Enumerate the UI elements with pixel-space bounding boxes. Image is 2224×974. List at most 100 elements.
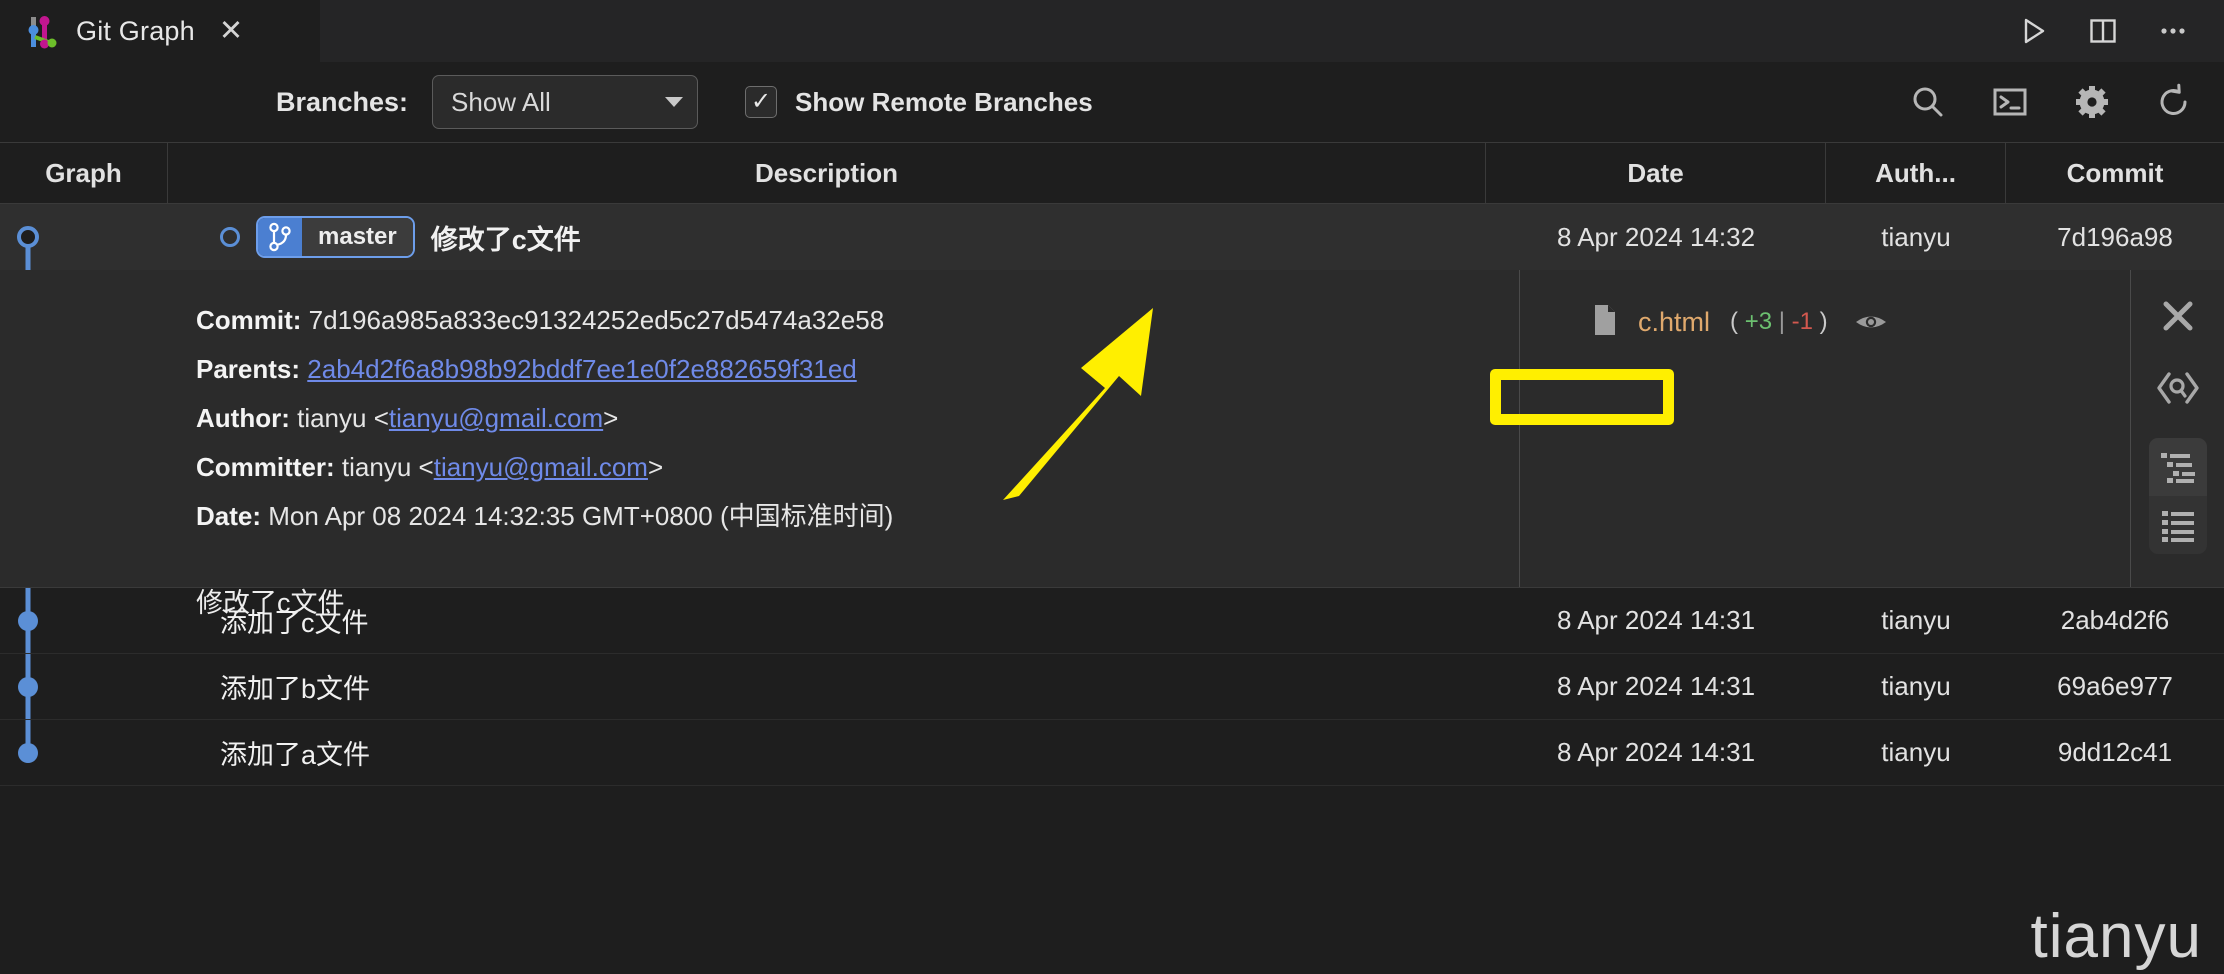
show-remote-branches-label: Show Remote Branches bbox=[795, 86, 1093, 117]
commit-details-panel: Commit: 7d196a985a833ec91324252ed5c27d54… bbox=[0, 270, 2224, 618]
graph-cell bbox=[0, 588, 168, 653]
commit-subject: 修改了c文件 bbox=[430, 224, 581, 255]
file-name: c.html bbox=[1638, 306, 1711, 337]
commit-cell: 9dd12c41 bbox=[2057, 737, 2173, 767]
file-list: c.html ( +3 | -1 ) bbox=[1586, 298, 2224, 346]
author-cell: tianyu bbox=[1881, 605, 1951, 635]
detail-commit-line: Commit: 7d196a985a833ec91324252ed5c27d54… bbox=[196, 296, 1519, 345]
commit-subject: 添加了c文件 bbox=[220, 608, 369, 638]
file-list-view-icon[interactable] bbox=[2149, 496, 2207, 554]
terminal-icon[interactable] bbox=[1990, 82, 2030, 122]
detail-date-label: Date: bbox=[196, 501, 262, 531]
table-row[interactable]: 添加了b文件 8 Apr 2024 14:31 tianyu 69a6e977 bbox=[0, 654, 2224, 720]
date-cell: 8 Apr 2024 14:31 bbox=[1556, 605, 1756, 635]
column-header-date[interactable]: Date bbox=[1486, 143, 1826, 203]
author-cell: tianyu bbox=[1881, 221, 1951, 252]
branches-dropdown-value: Show All bbox=[451, 86, 551, 117]
file-change-stats: ( +3 | -1 ) bbox=[1730, 308, 1828, 336]
detail-commit-label: Commit: bbox=[196, 305, 302, 335]
refresh-icon[interactable] bbox=[2154, 82, 2194, 122]
table-row[interactable]: 添加了a文件 8 Apr 2024 14:31 tianyu 9dd12c41 bbox=[0, 720, 2224, 786]
gear-icon[interactable] bbox=[2072, 82, 2112, 122]
graph-cell bbox=[0, 204, 168, 270]
angle-open: < bbox=[373, 403, 389, 433]
tab-label: Git Graph bbox=[76, 16, 195, 46]
filter-toolbar: Branches: Show All ✓ Show Remote Branche… bbox=[0, 62, 2224, 142]
deletions-count: -1 bbox=[1791, 308, 1813, 335]
branch-badge-label: master bbox=[302, 218, 413, 256]
more-actions-icon[interactable] bbox=[2156, 14, 2190, 48]
file-view-toggle-group bbox=[2148, 438, 2207, 554]
detail-parents-label: Parents: bbox=[196, 354, 301, 384]
graph-cell bbox=[0, 654, 168, 719]
detail-author-name: tianyu bbox=[297, 403, 367, 433]
graph-node bbox=[18, 676, 38, 697]
run-icon[interactable] bbox=[2016, 14, 2050, 48]
watermark: tianyu bbox=[2030, 902, 2202, 971]
detail-author-label: Author: bbox=[196, 403, 290, 433]
stats-separator: | bbox=[1778, 308, 1785, 335]
parent-commit-link[interactable]: 2ab4d2f6a8b98b92bddf7ee1e0f2e882659f31ed bbox=[307, 354, 856, 384]
committer-email-link[interactable]: tianyu@gmail.com bbox=[434, 452, 648, 482]
commit-cell: 2ab4d2f6 bbox=[2060, 605, 2170, 635]
code-review-icon[interactable] bbox=[2156, 370, 2200, 406]
table-row[interactable]: master 修改了c文件 8 Apr 2024 14:32 tianyu 7d… bbox=[0, 204, 2224, 270]
additions-count: +3 bbox=[1744, 308, 1773, 335]
search-icon[interactable] bbox=[1908, 82, 1948, 122]
branches-label: Branches: bbox=[276, 86, 409, 117]
date-cell: 8 Apr 2024 14:31 bbox=[1556, 737, 1756, 767]
split-editor-icon[interactable] bbox=[2086, 14, 2120, 48]
file-item-c-html[interactable]: c.html bbox=[1586, 302, 1716, 343]
branches-dropdown[interactable]: Show All bbox=[432, 75, 699, 129]
tab-bar-spacer bbox=[320, 0, 2016, 62]
description-cell: 添加了c文件 bbox=[168, 588, 1486, 653]
paren-close: ) bbox=[1819, 308, 1828, 335]
git-graph-logo-icon bbox=[24, 15, 58, 49]
detail-author-line: Author: tianyu <tianyu@gmail.com> bbox=[196, 394, 1519, 443]
editor-tab-bar: Git Graph ✕ bbox=[0, 0, 2224, 62]
editor-actions bbox=[2016, 0, 2224, 62]
column-header-graph[interactable]: Graph bbox=[0, 143, 168, 203]
chevron-down-icon bbox=[665, 97, 684, 107]
author-email-link[interactable]: tianyu@gmail.com bbox=[389, 403, 603, 433]
detail-committer-name: tianyu bbox=[341, 452, 412, 482]
graph-node-head bbox=[17, 226, 39, 248]
toolbar-actions bbox=[1908, 62, 2194, 142]
branch-badge-master[interactable]: master bbox=[256, 216, 415, 258]
ref-marker-icon bbox=[220, 227, 240, 247]
graph-node-root bbox=[18, 742, 38, 763]
date-cell: 8 Apr 2024 14:31 bbox=[1556, 671, 1756, 701]
file-icon bbox=[1592, 304, 1618, 341]
table-row[interactable]: 添加了c文件 8 Apr 2024 14:31 tianyu 2ab4d2f6 bbox=[0, 588, 2224, 654]
show-remote-branches-checkbox[interactable]: ✓ bbox=[745, 86, 778, 118]
commit-table: Graph Description Date Auth... Commit ma… bbox=[0, 142, 2224, 786]
detail-commit-hash: 7d196a985a833ec91324252ed5c27d5474a32e58 bbox=[308, 305, 885, 335]
detail-date-line: Date: Mon Apr 08 2024 14:32:35 GMT+0800 … bbox=[196, 492, 1519, 541]
column-header-commit[interactable]: Commit bbox=[2006, 143, 2224, 203]
detail-date-value: Mon Apr 08 2024 14:32:35 GMT+0800 (中国标准时… bbox=[268, 501, 894, 531]
tab-git-graph[interactable]: Git Graph ✕ bbox=[0, 0, 320, 62]
close-icon[interactable] bbox=[2158, 296, 2198, 336]
column-header-description[interactable]: Description bbox=[168, 143, 1486, 203]
angle-open: < bbox=[418, 452, 434, 482]
commit-cell: 7d196a98 bbox=[2057, 221, 2173, 252]
close-icon[interactable]: ✕ bbox=[219, 17, 243, 46]
commit-subject: 添加了a文件 bbox=[220, 740, 371, 770]
commit-details-actions bbox=[2130, 270, 2224, 587]
paren-open: ( bbox=[1730, 308, 1739, 335]
commit-subject: 添加了b文件 bbox=[220, 674, 371, 704]
description-cell: 添加了b文件 bbox=[168, 654, 1486, 719]
graph-cell bbox=[0, 720, 168, 785]
eye-icon[interactable] bbox=[1854, 309, 1888, 335]
date-cell: 8 Apr 2024 14:32 bbox=[1556, 221, 1756, 252]
file-tree-view-icon[interactable] bbox=[2148, 438, 2207, 496]
commit-table-header: Graph Description Date Auth... Commit bbox=[0, 142, 2224, 204]
detail-committer-label: Committer: bbox=[196, 452, 335, 482]
commit-files-panel: c.html ( +3 | -1 ) bbox=[1520, 270, 2224, 587]
commit-details-info: Commit: 7d196a985a833ec91324252ed5c27d54… bbox=[0, 270, 1520, 618]
detail-parents-line: Parents: 2ab4d2f6a8b98b92bddf7ee1e0f2e88… bbox=[196, 345, 1519, 394]
show-remote-branches-toggle[interactable]: ✓ Show Remote Branches bbox=[745, 86, 1093, 118]
author-cell: tianyu bbox=[1881, 737, 1951, 767]
column-header-author[interactable]: Auth... bbox=[1826, 143, 2006, 203]
description-cell: master 修改了c文件 bbox=[168, 204, 1486, 270]
